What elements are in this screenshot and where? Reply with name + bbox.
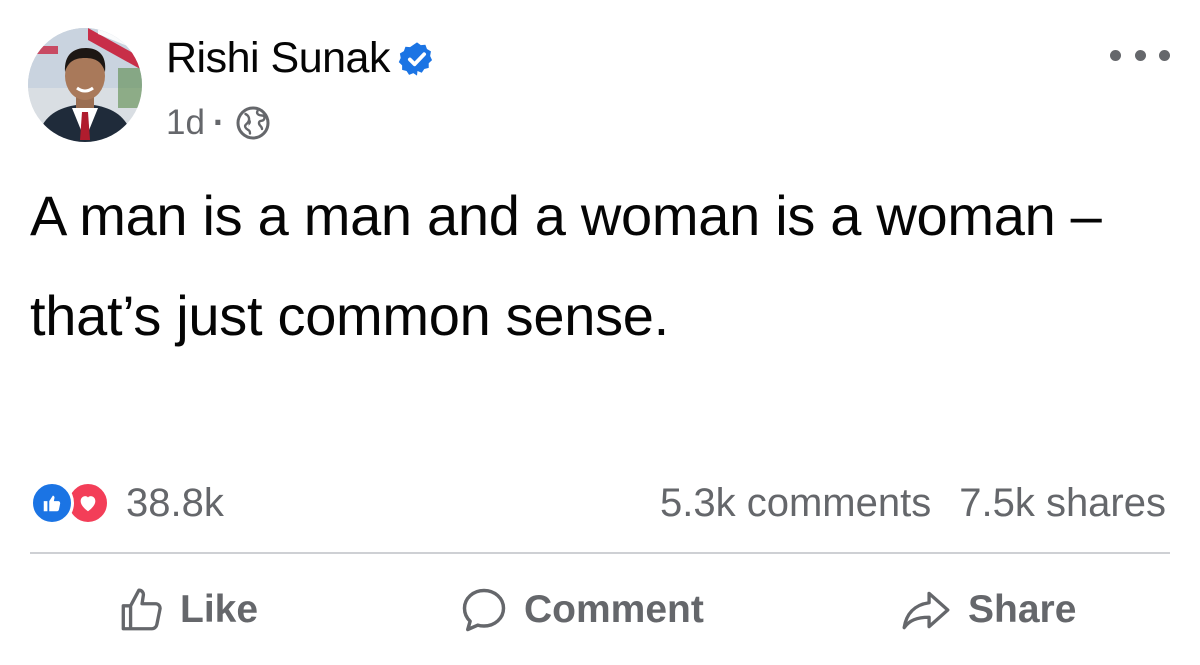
comments-count[interactable]: 5.3k comments (660, 481, 931, 526)
reactions-summary[interactable]: 38.8k (30, 478, 224, 528)
reaction-count[interactable]: 38.8k (126, 481, 224, 526)
divider (30, 552, 1170, 554)
like-button[interactable]: Like (116, 578, 258, 642)
verified-badge-icon (398, 41, 432, 76)
shares-count[interactable]: 7.5k shares (959, 481, 1166, 526)
like-label: Like (180, 588, 259, 631)
more-dot-icon (1110, 49, 1121, 61)
comment-button[interactable]: Comment (458, 578, 704, 642)
post-text: A man is a man and a woman is a woman – … (30, 184, 1102, 347)
share-arrow-icon (902, 591, 950, 630)
avatar[interactable] (28, 28, 142, 142)
globe-icon[interactable] (235, 105, 271, 141)
thumbs-up-icon (121, 588, 162, 631)
more-options-button[interactable] (1110, 40, 1170, 70)
avatar-photo (28, 28, 142, 142)
timestamp[interactable]: 1d (166, 103, 205, 143)
more-dot-icon (1159, 49, 1170, 61)
like-reaction-icon (30, 481, 74, 525)
share-label: Share (968, 588, 1077, 631)
comment-bubble-icon (462, 588, 506, 632)
comment-label: Comment (524, 588, 704, 631)
post-meta: 1d · (166, 103, 271, 143)
author-name-text[interactable]: Rishi Sunak (166, 34, 390, 83)
meta-separator: · (212, 103, 225, 142)
share-button[interactable]: Share (900, 578, 1076, 642)
engagement-counts: 5.3k comments 7.5k shares (660, 478, 1166, 528)
author-name[interactable]: Rishi Sunak (166, 34, 436, 83)
action-bar: Like Comment Share (0, 578, 1200, 642)
more-dot-icon (1134, 49, 1146, 61)
